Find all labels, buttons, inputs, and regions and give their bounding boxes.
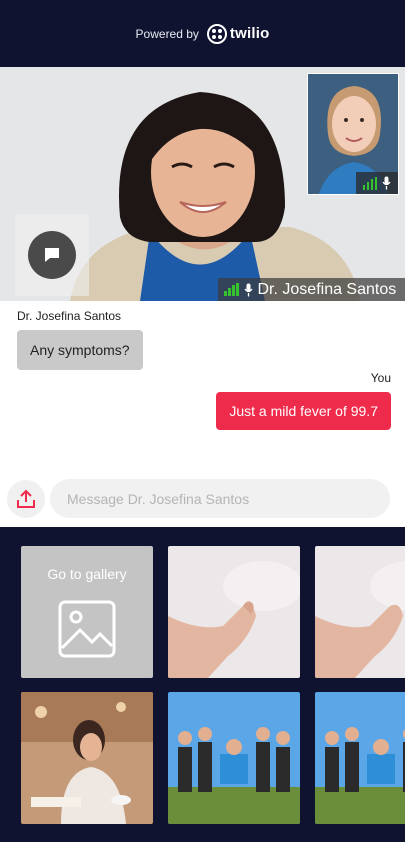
- chat-toggle-button[interactable]: [15, 214, 89, 296]
- upload-button[interactable]: [7, 480, 45, 518]
- twilio-logo: twilio: [206, 23, 270, 44]
- powered-by-label: Powered by: [135, 26, 199, 41]
- remote-participant-tag: Dr. Josefina Santos: [218, 278, 405, 301]
- microphone-icon: [382, 176, 391, 190]
- feet-on-water-photo: [168, 546, 300, 678]
- message-sender-name: Dr. Josefina Santos: [17, 309, 122, 323]
- chat-bubble-icon: [28, 231, 76, 279]
- go-to-gallery-label: Go to gallery: [47, 566, 127, 582]
- incoming-message-bubble: Any symptoms?: [17, 330, 143, 370]
- photo-gallery-tray: Go to gallery: [0, 527, 405, 842]
- group-of-friends-photo: [315, 692, 405, 824]
- gallery-photo-group[interactable]: [315, 692, 405, 824]
- outgoing-message-bubble: Just a mild fever of 99.7: [216, 392, 391, 430]
- self-view-video[interactable]: [307, 73, 399, 195]
- signal-strength-icon: [224, 283, 239, 296]
- app-header: Powered by twilio: [0, 0, 405, 67]
- signal-strength-icon: [362, 176, 378, 190]
- upload-icon: [17, 489, 35, 508]
- gallery-photo-feet[interactable]: [315, 546, 405, 678]
- feet-on-water-photo: [315, 546, 405, 678]
- gallery-photo-feet[interactable]: [168, 546, 300, 678]
- gallery-photo-studying[interactable]: [21, 692, 153, 824]
- go-to-gallery-button[interactable]: Go to gallery: [21, 546, 153, 678]
- woman-studying-photo: [21, 692, 153, 824]
- twilio-logo-text: twilio: [229, 25, 270, 42]
- outgoing-sender-label: You: [370, 371, 391, 385]
- microphone-icon: [243, 283, 253, 296]
- message-input[interactable]: [50, 479, 390, 518]
- self-view-status: [356, 172, 398, 194]
- group-of-friends-photo: [168, 692, 300, 824]
- twilio-logo-icon: [206, 23, 227, 44]
- gallery-photo-group[interactable]: [168, 692, 300, 824]
- image-gallery-icon: [58, 600, 116, 658]
- remote-participant-name: Dr. Josefina Santos: [257, 280, 397, 298]
